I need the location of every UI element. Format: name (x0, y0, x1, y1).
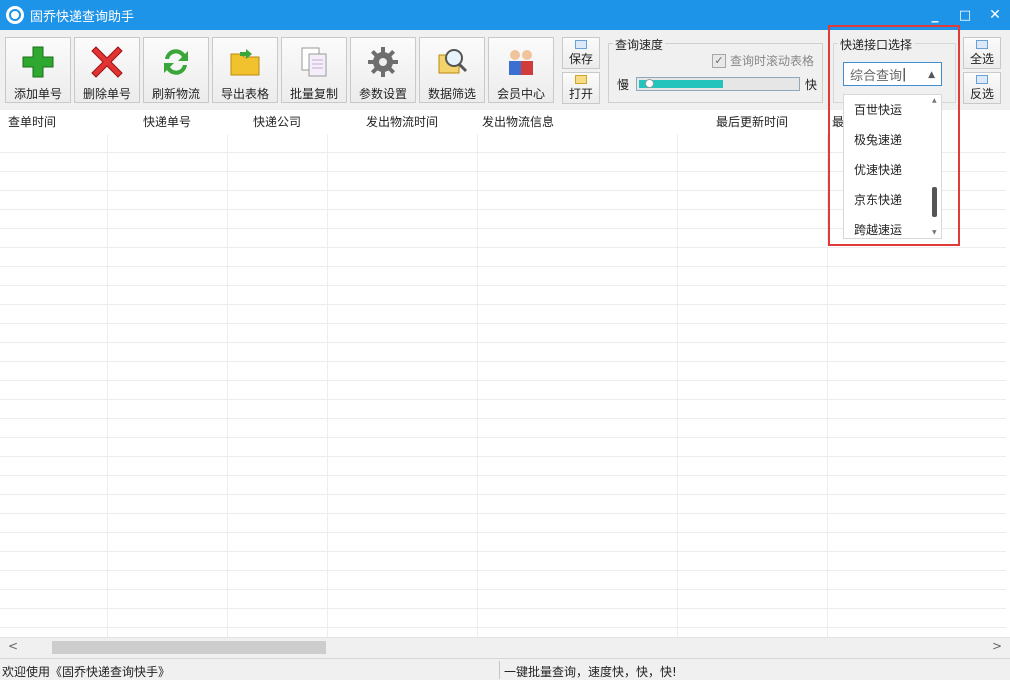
column-header[interactable]: 快递公司 (227, 110, 327, 134)
copy-icon (296, 44, 332, 79)
member-center-button[interactable]: 会员中心 (488, 37, 554, 103)
parameter-settings-button[interactable]: 参数设置 (350, 37, 416, 103)
speed-slider[interactable] (636, 77, 800, 91)
table-row-line (0, 323, 1006, 324)
table-row-line (0, 342, 1006, 343)
table-row-line (0, 589, 1006, 590)
invert-select-icon (976, 74, 988, 84)
save-button[interactable]: 保存 (562, 37, 600, 69)
refresh-icon (158, 44, 194, 79)
scroll-table-checkbox[interactable]: ✓ 查询时滚动表格 (712, 52, 814, 69)
checkmark-icon: ✓ (712, 53, 726, 68)
status-bar: 欢迎使用《固乔快递查询快手》 一键批量查询，速度快，快，快! (0, 658, 1010, 680)
table-row-line (0, 266, 1006, 267)
status-welcome: 欢迎使用《固乔快递查询快手》 (2, 665, 171, 679)
table-row-line (0, 551, 1006, 552)
column-header[interactable]: 快递单号 (107, 110, 227, 134)
delete-x-icon (89, 44, 125, 79)
gear-icon (365, 44, 401, 79)
magnifier-filter-icon (434, 44, 470, 79)
open-icon (575, 74, 587, 84)
slow-label: 慢 (617, 78, 630, 92)
table-row-line (0, 532, 1006, 533)
table-row-line (0, 247, 1006, 248)
close-button[interactable]: ✕ (980, 0, 1010, 30)
table-row-line (0, 570, 1006, 571)
table-row-line (0, 418, 1006, 419)
table-row-line (0, 494, 1006, 495)
table-row-line (0, 304, 1006, 305)
refresh-logistics-button[interactable]: 刷新物流 (143, 37, 209, 103)
open-button[interactable]: 打开 (562, 72, 600, 104)
select-all-button[interactable]: 全选 (963, 37, 1001, 69)
column-header[interactable]: 查单时间 (0, 110, 107, 134)
folder-export-icon (227, 44, 263, 79)
select-all-icon (976, 39, 988, 49)
table-row-line (0, 399, 1006, 400)
table-row-line (0, 456, 1006, 457)
add-number-button[interactable]: 添加单号 (5, 37, 71, 103)
table-row-line (0, 380, 1006, 381)
table-row-line (0, 627, 1006, 628)
scroll-left-icon[interactable]: < (8, 639, 18, 653)
app-logo-icon (6, 6, 24, 24)
column-header[interactable]: 发出物流信息 (477, 110, 677, 134)
members-icon (503, 44, 539, 79)
window-title: 固乔快递查询助手 (30, 9, 135, 25)
table-row-line (0, 513, 1006, 514)
fast-label: 快 (805, 78, 818, 92)
save-icon (575, 39, 587, 49)
batch-copy-button[interactable]: 批量复制 (281, 37, 347, 103)
horizontal-scrollbar[interactable]: < > (0, 637, 1010, 656)
plus-icon (20, 44, 56, 79)
query-speed-group: 查询速度 ✓ 查询时滚动表格 慢 快 (608, 36, 823, 103)
export-table-button[interactable]: 导出表格 (212, 37, 278, 103)
table-row-line (0, 475, 1006, 476)
invert-select-button[interactable]: 反选 (963, 72, 1001, 104)
table-row-line (0, 608, 1006, 609)
delete-number-button[interactable]: 删除单号 (74, 37, 140, 103)
column-header[interactable]: 发出物流时间 (327, 110, 477, 134)
table-row-line (0, 285, 1006, 286)
table-row-line (0, 361, 1006, 362)
column-header[interactable]: 最后更新时间 (677, 110, 827, 134)
highlight-box (828, 25, 960, 246)
speed-slider-knob[interactable] (645, 79, 654, 88)
data-filter-button[interactable]: 数据筛选 (419, 37, 485, 103)
status-slogan: 一键批量查询，速度快，快，快! (504, 665, 677, 679)
scroll-right-icon[interactable]: > (992, 639, 1002, 653)
table-row-line (0, 437, 1006, 438)
horizontal-scroll-thumb[interactable] (52, 641, 326, 654)
